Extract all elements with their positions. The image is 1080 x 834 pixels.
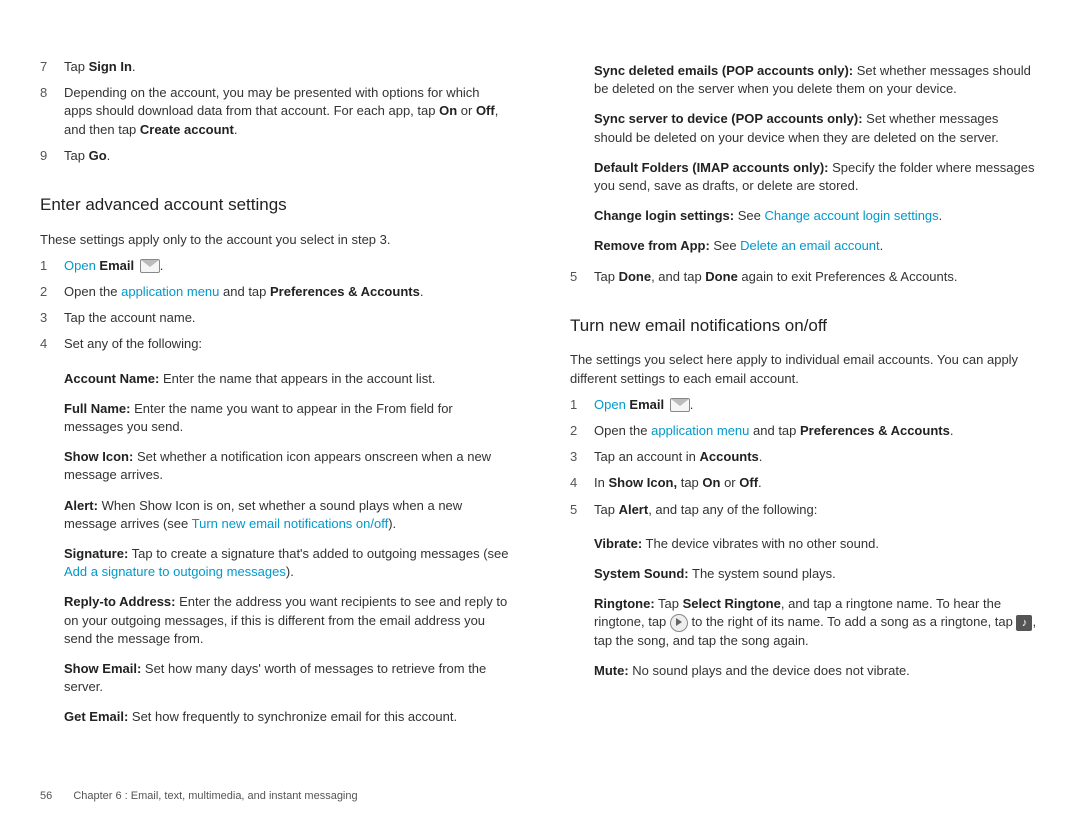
- step-number: 7: [40, 58, 64, 76]
- step-body: Open Email .: [64, 257, 510, 275]
- list-item: 1Open Email .: [40, 257, 510, 275]
- step-body: Open Email .: [594, 396, 1040, 414]
- step-number: 3: [570, 448, 594, 466]
- setting-description: Default Folders (IMAP accounts only): Sp…: [594, 159, 1040, 195]
- step-number: 4: [570, 474, 594, 492]
- step-number: 1: [570, 396, 594, 414]
- step-number: 1: [40, 257, 64, 275]
- list-item: 2Open the application menu and tap Prefe…: [570, 422, 1040, 440]
- list-item: 9Tap Go.: [40, 147, 510, 165]
- setting-description: Show Email: Set how many days' worth of …: [64, 660, 510, 696]
- step-body: Tap Sign In.: [64, 58, 510, 76]
- left-column: 7Tap Sign In.8Depending on the account, …: [40, 50, 510, 738]
- email-icon: [140, 259, 160, 273]
- setting-description: Full Name: Enter the name you want to ap…: [64, 400, 510, 436]
- step-number: 8: [40, 84, 64, 139]
- step-body: Depending on the account, you may be pre…: [64, 84, 510, 139]
- setting-description: Alert: When Show Icon is on, set whether…: [64, 497, 510, 533]
- cross-ref-link[interactable]: application menu: [121, 284, 219, 299]
- step-number: 5: [570, 268, 594, 286]
- step-number: 3: [40, 309, 64, 327]
- step-body: Tap the account name.: [64, 309, 510, 327]
- list-item: 1Open Email .: [570, 396, 1040, 414]
- step-number: 2: [40, 283, 64, 301]
- list-item: 2Open the application menu and tap Prefe…: [40, 283, 510, 301]
- advanced-settings-cont: Sync deleted emails (POP accounts only):…: [594, 62, 1040, 256]
- list-item: 7Tap Sign In.: [40, 58, 510, 76]
- setting-description: Vibrate: The device vibrates with no oth…: [594, 535, 1040, 553]
- setting-description: Ringtone: Tap Select Ringtone, and tap a…: [594, 595, 1040, 650]
- setting-description: Signature: Tap to create a signature tha…: [64, 545, 510, 581]
- cross-ref-link[interactable]: Change account login settings: [764, 208, 938, 223]
- footer-text: Chapter 6 : Email, text, multimedia, and…: [73, 790, 357, 802]
- page-columns: 7Tap Sign In.8Depending on the account, …: [40, 50, 1040, 738]
- step-body: Open the application menu and tap Prefer…: [594, 422, 1040, 440]
- step-body: Tap Alert, and tap any of the following:: [594, 501, 1040, 519]
- setting-description: Remove from App: See Delete an email acc…: [594, 237, 1040, 255]
- setting-description: Reply-to Address: Enter the address you …: [64, 593, 510, 648]
- music-icon: ♪: [1016, 615, 1032, 631]
- step5: 5Tap Done, and tap Done again to exit Pr…: [570, 268, 1040, 286]
- setting-description: Get Email: Set how frequently to synchro…: [64, 708, 510, 726]
- step-body: Tap an account in Accounts.: [594, 448, 1040, 466]
- setting-description: Mute: No sound plays and the device does…: [594, 662, 1040, 680]
- step-body: Open the application menu and tap Prefer…: [64, 283, 510, 301]
- advanced-settings: Account Name: Enter the name that appear…: [64, 370, 510, 727]
- page-number: 56: [40, 790, 52, 802]
- setting-description: Sync deleted emails (POP accounts only):…: [594, 62, 1040, 98]
- heading-notifications: Turn new email notifications on/off: [570, 314, 1040, 338]
- cross-ref-link[interactable]: application menu: [651, 423, 749, 438]
- step-number: 2: [570, 422, 594, 440]
- page-footer: 56 Chapter 6 : Email, text, multimedia, …: [40, 789, 358, 804]
- cross-ref-link[interactable]: Email: [629, 397, 664, 412]
- list-item: 8Depending on the account, you may be pr…: [40, 84, 510, 139]
- list-item: 5Tap Done, and tap Done again to exit Pr…: [570, 268, 1040, 286]
- alert-options: Vibrate: The device vibrates with no oth…: [594, 535, 1040, 681]
- list-item: 3Tap an account in Accounts.: [570, 448, 1040, 466]
- steps-top: 7Tap Sign In.8Depending on the account, …: [40, 58, 510, 165]
- setting-description: System Sound: The system sound plays.: [594, 565, 1040, 583]
- setting-description: Show Icon: Set whether a notification ic…: [64, 448, 510, 484]
- cross-ref-link[interactable]: Add a signature to outgoing messages: [64, 564, 286, 579]
- right-column: Sync deleted emails (POP accounts only):…: [570, 50, 1040, 738]
- list-item: 3Tap the account name.: [40, 309, 510, 327]
- cross-ref-link[interactable]: Turn new email notifications on/off: [192, 516, 389, 531]
- heading-advanced: Enter advanced account settings: [40, 193, 510, 217]
- setting-description: Sync server to device (POP accounts only…: [594, 110, 1040, 146]
- cross-ref-link[interactable]: Open: [594, 397, 629, 412]
- step-body: In Show Icon, tap On or Off.: [594, 474, 1040, 492]
- step-body: Tap Go.: [64, 147, 510, 165]
- setting-description: Change login settings: See Change accoun…: [594, 207, 1040, 225]
- email-icon: [670, 398, 690, 412]
- step-body: Set any of the following:: [64, 335, 510, 353]
- advanced-intro: These settings apply only to the account…: [40, 231, 510, 249]
- play-icon: [670, 614, 688, 632]
- list-item: 5Tap Alert, and tap any of the following…: [570, 501, 1040, 519]
- step-number: 9: [40, 147, 64, 165]
- list-item: 4In Show Icon, tap On or Off.: [570, 474, 1040, 492]
- cross-ref-link[interactable]: Open: [64, 258, 99, 273]
- cross-ref-link[interactable]: Delete an email account: [740, 238, 879, 253]
- setting-description: Account Name: Enter the name that appear…: [64, 370, 510, 388]
- step-number: 5: [570, 501, 594, 519]
- steps-advanced: 1Open Email .2Open the application menu …: [40, 257, 510, 354]
- notif-intro: The settings you select here apply to in…: [570, 351, 1040, 387]
- step-number: 4: [40, 335, 64, 353]
- step-body: Tap Done, and tap Done again to exit Pre…: [594, 268, 1040, 286]
- steps-notif: 1Open Email .2Open the application menu …: [570, 396, 1040, 519]
- list-item: 4Set any of the following:: [40, 335, 510, 353]
- cross-ref-link[interactable]: Email: [99, 258, 134, 273]
